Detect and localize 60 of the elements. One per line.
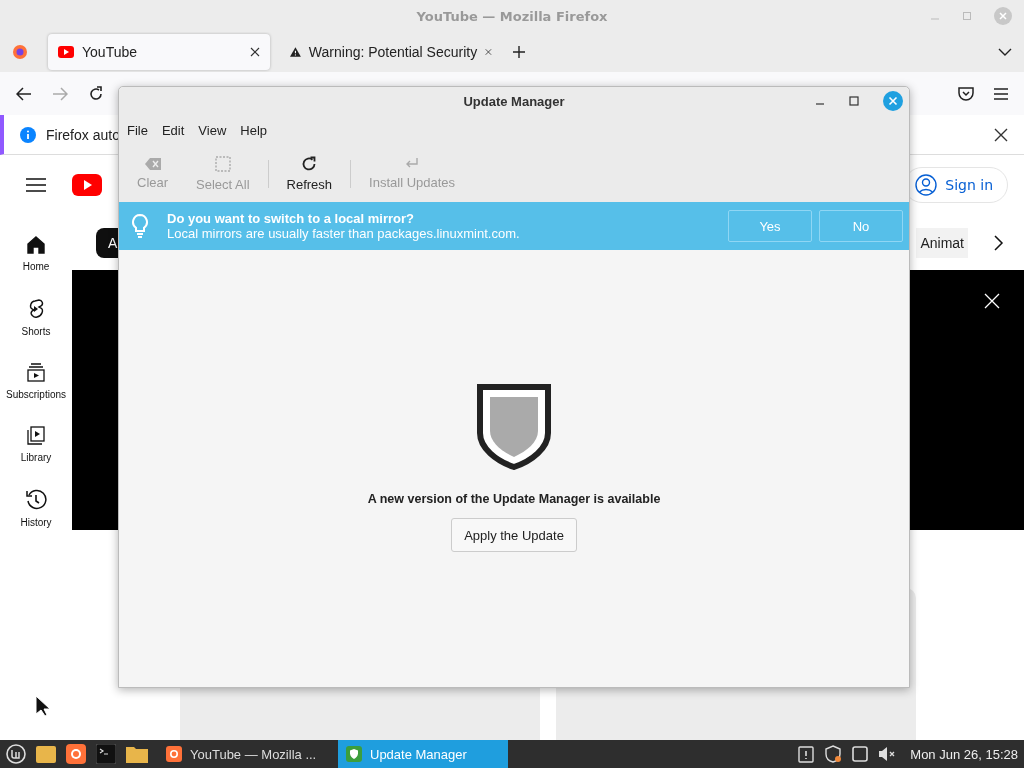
window-title: YouTube — Mozilla Firefox — [416, 8, 608, 24]
subscriptions-icon — [26, 363, 46, 383]
youtube-logo-icon[interactable] — [72, 174, 102, 196]
sidebar-item[interactable]: Subscriptions — [6, 363, 66, 400]
folder-icon[interactable] — [126, 745, 148, 763]
menu-item[interactable]: Help — [240, 123, 268, 138]
sidebar-item[interactable]: Library — [20, 426, 52, 463]
firefox-icon — [166, 746, 182, 762]
apply-update-button[interactable]: Apply the Update — [451, 518, 577, 552]
sidebar-item[interactable]: History — [20, 489, 52, 528]
return-arrow-icon — [405, 158, 420, 170]
youtube-icon — [58, 46, 74, 58]
warning-icon — [290, 45, 301, 59]
shield-icon — [477, 384, 551, 470]
chevron-down-icon[interactable] — [998, 48, 1012, 56]
clock[interactable]: Mon Jun 26, 15:28 — [910, 746, 1018, 762]
reload-icon[interactable] — [88, 85, 104, 102]
info-question: Do you want to switch to a local mirror? — [167, 211, 416, 226]
select-all-icon — [214, 156, 231, 172]
browser-tab[interactable]: YouTube — [48, 34, 270, 70]
shield-icon — [346, 746, 362, 762]
library-icon — [26, 426, 46, 446]
folder-icon[interactable] — [36, 745, 56, 763]
toolbar-button[interactable]: Refresh — [272, 152, 347, 196]
window-icon[interactable] — [852, 746, 869, 762]
update-message: A new version of the Update Manager is available — [367, 492, 661, 506]
terminal-icon[interactable] — [96, 744, 116, 764]
sidebar-item[interactable]: Shorts — [21, 298, 51, 337]
speaker-icon[interactable] — [878, 746, 897, 762]
firefox-icon[interactable] — [66, 744, 86, 764]
menu-icon[interactable] — [994, 87, 1008, 100]
menu-icon[interactable] — [26, 178, 46, 192]
history-icon — [25, 489, 47, 511]
new-tab-icon[interactable] — [512, 45, 526, 59]
pocket-icon[interactable] — [958, 86, 974, 101]
chevron-right-icon[interactable] — [994, 234, 1004, 251]
window-title: Update Manager — [463, 93, 565, 109]
info-icon — [20, 126, 36, 143]
sidebar-item[interactable]: Home — [22, 235, 50, 272]
category-chip[interactable]: Animat — [916, 227, 968, 258]
backspace-icon — [144, 158, 161, 170]
close-icon[interactable] — [250, 47, 260, 57]
maximize-icon[interactable] — [849, 96, 859, 106]
browser-tab[interactable]: Warning: Potential Security — [280, 34, 502, 70]
mint-menu-icon[interactable] — [6, 744, 26, 764]
firefox-icon[interactable] — [12, 44, 28, 60]
home-icon — [26, 235, 46, 255]
cursor-icon — [35, 695, 51, 717]
menu-item[interactable]: File — [127, 123, 148, 138]
refresh-icon — [301, 156, 318, 172]
back-icon[interactable] — [16, 86, 32, 101]
user-icon — [915, 174, 938, 196]
menu-item[interactable]: View — [198, 123, 227, 138]
lightbulb-icon — [131, 213, 149, 239]
menu-item[interactable]: Edit — [161, 123, 185, 138]
clipboard-icon[interactable] — [798, 745, 815, 763]
shield-icon[interactable] — [824, 745, 843, 763]
info-detail: Local mirrors are usually faster than packages.linuxmint.com. — [167, 226, 520, 241]
close-icon[interactable] — [994, 127, 1008, 142]
taskbar-item[interactable]: YouTube — Mozilla ... — [158, 740, 328, 768]
